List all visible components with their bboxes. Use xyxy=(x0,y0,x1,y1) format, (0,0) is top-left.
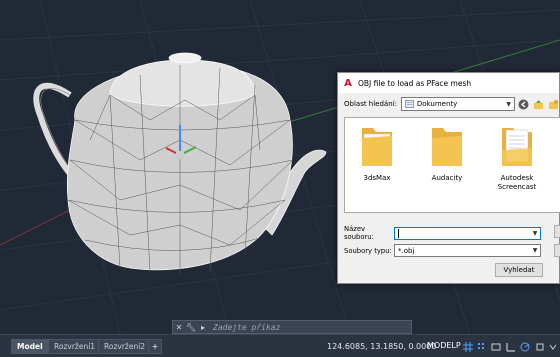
object-snap-icon[interactable] xyxy=(534,341,545,352)
close-icon[interactable]: ✕ xyxy=(173,321,185,333)
file-name: Autodesk Screencast xyxy=(497,174,537,191)
look-in-select[interactable]: Dokumenty ▼ xyxy=(400,97,515,111)
file-name: Audacity xyxy=(431,174,463,182)
folder-item-autodesk-screencast[interactable]: Autodesk Screencast xyxy=(487,124,547,192)
status-bar: Model Rozvržení1 Rozvržení2 + 124.6085, … xyxy=(0,334,560,357)
coordinates-readout[interactable]: 124.6085, 13.1850, 0.0000 xyxy=(327,342,436,351)
up-folder-icon xyxy=(533,99,543,109)
dynamic-input-icon[interactable] xyxy=(490,341,501,352)
tab-layout1[interactable]: Rozvržení1 xyxy=(48,339,102,354)
filetype-row: Soubory typu: *.obj ▼ xyxy=(344,244,541,257)
add-layout-button[interactable]: + xyxy=(148,339,162,354)
folder-item-audacity[interactable]: Audacity xyxy=(417,124,477,183)
folder-icon xyxy=(362,128,392,166)
dialog-title: OBJ file to load as PFace mesh xyxy=(358,78,472,88)
filetype-value: *.obj xyxy=(398,246,415,255)
look-in-label: Oblast hledání: xyxy=(344,100,397,108)
look-in-row: Oblast hledání: Dokumenty ▼ xyxy=(338,95,559,113)
tab-model[interactable]: Model xyxy=(11,339,49,354)
chevron-down-icon: ▼ xyxy=(506,100,512,108)
cancel-button[interactable] xyxy=(554,244,560,257)
autocad-a-icon: A xyxy=(344,77,352,89)
folder-icon xyxy=(432,128,462,166)
open-file-dialog: A OBJ file to load as PFace mesh Oblast … xyxy=(337,72,560,284)
filename-label: Název souboru: xyxy=(344,225,374,241)
file-name: 3dsMax xyxy=(363,174,391,182)
look-in-value: Dokumenty xyxy=(416,100,458,108)
folder-with-documents-icon xyxy=(502,128,532,166)
new-folder-icon xyxy=(548,99,558,109)
folder-item-3dsmax[interactable]: 3dsMax xyxy=(347,124,407,183)
filename-input[interactable]: ▼ xyxy=(394,226,541,240)
new-folder-button[interactable] xyxy=(547,98,559,110)
filename-row: Název souboru: ▼ xyxy=(344,225,541,241)
chevron-down-icon[interactable]: ▼ xyxy=(530,230,540,237)
command-line[interactable]: ✕ 🔧︎ ▸ Zadejte příkaz xyxy=(172,320,412,334)
filetype-label: Soubory typu: xyxy=(344,246,392,255)
polar-tracking-icon[interactable] xyxy=(519,341,530,352)
text-caret xyxy=(398,228,399,238)
grid-icon[interactable] xyxy=(462,341,473,352)
teapot-wireframe xyxy=(33,52,327,275)
tab-layout2[interactable]: Rozvržení2 xyxy=(98,339,152,354)
chevron-down-icon[interactable] xyxy=(547,341,558,352)
back-button[interactable] xyxy=(518,98,530,110)
file-list[interactable]: 3dsMax Audacity Autodesk Screencast xyxy=(344,117,560,213)
command-prompt-icon[interactable]: ▸ xyxy=(197,321,209,333)
snap-icon[interactable] xyxy=(476,341,487,352)
filetype-select[interactable]: *.obj ▼ xyxy=(394,244,541,257)
up-folder-button[interactable] xyxy=(532,98,544,110)
chevron-down-icon[interactable]: ▼ xyxy=(530,247,540,254)
back-arrow-icon xyxy=(518,99,529,109)
open-button[interactable] xyxy=(554,225,560,238)
wrench-icon[interactable]: 🔧︎ xyxy=(185,321,197,333)
model-paper-toggle[interactable]: MODELP xyxy=(425,341,463,353)
ortho-icon[interactable] xyxy=(505,341,516,352)
documents-folder-icon xyxy=(405,100,414,108)
search-button[interactable]: Vyhledat xyxy=(495,263,543,277)
command-prompt: Zadejte příkaz xyxy=(213,322,281,332)
dialog-titlebar[interactable]: A OBJ file to load as PFace mesh xyxy=(338,73,559,93)
